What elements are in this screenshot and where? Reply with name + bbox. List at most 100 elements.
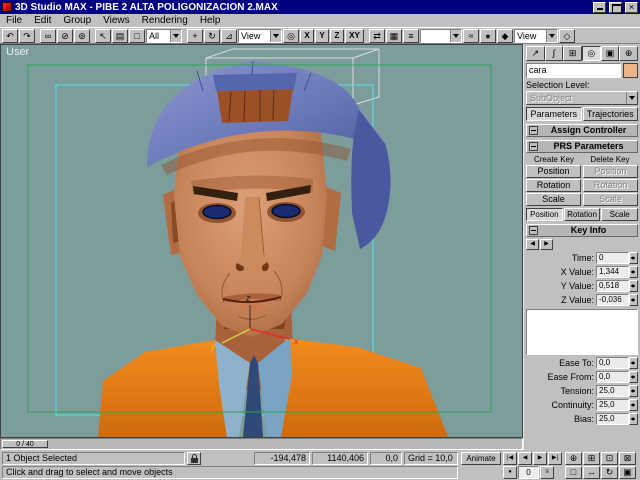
animate-button[interactable]: Animate — [461, 452, 501, 465]
restrict-x-button[interactable]: X — [300, 28, 314, 43]
create-position-key-button[interactable]: Position — [526, 165, 581, 178]
time-slider-track[interactable]: 0 / 40 — [0, 438, 523, 450]
pivot-center-button[interactable]: ◎ — [283, 28, 299, 43]
time-spinner[interactable] — [629, 252, 638, 264]
chevron-down-icon[interactable] — [450, 29, 461, 42]
prs-parameters-rollout[interactable]: PRS Parameters — [526, 140, 638, 153]
region-zoom-button[interactable]: □ — [565, 466, 582, 479]
z-value-field[interactable]: -0,036 — [596, 294, 629, 306]
ease-from-spinner[interactable] — [629, 371, 638, 383]
x-value-field[interactable]: 1,344 — [596, 266, 629, 278]
menu-file[interactable]: File — [0, 14, 28, 27]
render-scene-button[interactable]: ◆ — [497, 28, 513, 43]
zoom-extents-button[interactable]: ⊡ — [601, 452, 618, 465]
bind-spacewarp-button[interactable]: ⊚ — [74, 28, 90, 43]
bias-field[interactable]: 25,0 — [596, 413, 629, 425]
select-object-button[interactable]: ↖ — [95, 28, 111, 43]
ease-to-field[interactable]: 0,0 — [596, 357, 629, 369]
restrict-xy-button[interactable]: XY — [345, 28, 364, 43]
ease-to-spinner[interactable] — [629, 357, 638, 369]
selection-region-button[interactable]: □ — [129, 28, 145, 43]
time-field[interactable]: 0 — [596, 252, 629, 264]
zoom-all-button[interactable]: ⊞ — [583, 452, 600, 465]
tab-hierarchy[interactable]: ⊞ — [563, 46, 583, 61]
undo-button[interactable]: ↶ — [2, 28, 18, 43]
align-button[interactable]: ≡ — [403, 28, 419, 43]
unlink-button[interactable]: ⊘ — [57, 28, 73, 43]
material-editor-button[interactable]: ● — [480, 28, 496, 43]
chevron-down-icon[interactable] — [546, 29, 557, 42]
bias-spinner[interactable] — [629, 413, 638, 425]
redo-button[interactable]: ↷ — [19, 28, 35, 43]
z-value-spinner[interactable] — [629, 294, 638, 306]
restrict-y-button[interactable]: Y — [315, 28, 329, 43]
continuity-spinner[interactable] — [629, 399, 638, 411]
tab-utilities[interactable]: ⊕ — [619, 46, 639, 61]
tab-display[interactable]: ▣ — [600, 46, 620, 61]
subobject-dropdown[interactable]: SubObject — [526, 91, 638, 105]
render-view-dropdown[interactable]: View — [514, 28, 558, 43]
chevron-down-icon[interactable] — [626, 92, 637, 104]
assign-controller-rollout[interactable]: Assign Controller — [526, 124, 638, 137]
mirror-button[interactable]: ⇄ — [369, 28, 385, 43]
x-value-spinner[interactable] — [629, 266, 638, 278]
chevron-down-icon[interactable] — [170, 29, 181, 42]
coord-system-dropdown[interactable]: View — [238, 28, 282, 43]
menu-help[interactable]: Help — [194, 14, 227, 27]
tangent-curve-display[interactable] — [526, 309, 638, 355]
tab-create[interactable]: ↗ — [526, 46, 545, 61]
select-and-rotate-button[interactable]: ↻ — [204, 28, 220, 43]
object-name-input[interactable]: cara — [526, 63, 621, 78]
menu-group[interactable]: Group — [57, 14, 97, 27]
viewport-label[interactable]: User — [6, 46, 29, 58]
time-config-button[interactable]: ≡ — [540, 466, 554, 479]
create-rotation-key-button[interactable]: Rotation — [526, 179, 581, 192]
select-and-scale-button[interactable]: ⊿ — [221, 28, 237, 43]
zoom-extents-all-button[interactable]: ⊠ — [619, 452, 636, 465]
zoom-button[interactable]: ⊕ — [565, 452, 582, 465]
tension-field[interactable]: 25,0 — [596, 385, 629, 397]
continuity-field[interactable]: 25,0 — [596, 399, 629, 411]
previous-key-button[interactable]: ◀ — [526, 239, 539, 250]
chevron-down-icon[interactable] — [270, 29, 281, 42]
create-scale-key-button[interactable]: Scale — [526, 193, 581, 206]
scale-mode-button[interactable]: Scale — [601, 208, 639, 221]
next-key-button[interactable]: ▶ — [540, 239, 553, 250]
tension-spinner[interactable] — [629, 385, 638, 397]
y-value-field[interactable]: 0,518 — [596, 280, 629, 292]
named-selection-dropdown[interactable] — [420, 28, 462, 43]
render-last-button[interactable]: ◇ — [559, 28, 575, 43]
play-button[interactable]: ▶ — [533, 452, 547, 465]
selection-filter-dropdown[interactable]: All — [146, 28, 182, 43]
user-viewport[interactable]: User z x y — [0, 44, 523, 438]
menu-views[interactable]: Views — [97, 14, 136, 27]
key-mode-button[interactable]: ● — [503, 466, 517, 479]
current-frame-field[interactable]: 0 — [518, 466, 539, 479]
maximize-button[interactable] — [609, 1, 622, 14]
go-to-start-button[interactable]: |◀ — [503, 452, 517, 465]
select-and-link-button[interactable]: ∞ — [40, 28, 56, 43]
key-info-rollout[interactable]: Key Info — [526, 224, 638, 237]
select-by-name-button[interactable]: ▤ — [112, 28, 128, 43]
y-value-spinner[interactable] — [629, 280, 638, 292]
pan-button[interactable]: ↔ — [583, 466, 600, 479]
previous-frame-button[interactable]: ◀ — [518, 452, 532, 465]
parameters-button[interactable]: Parameters — [526, 107, 582, 121]
trajectories-button[interactable]: Trajectories — [582, 107, 638, 121]
min-max-toggle-button[interactable]: ▣ — [619, 466, 636, 479]
menu-edit[interactable]: Edit — [28, 14, 57, 27]
viewport-3d-scene[interactable]: z x y — [1, 45, 522, 437]
object-color-swatch[interactable] — [623, 63, 638, 78]
position-mode-button[interactable]: Position — [526, 208, 563, 221]
lock-selection-button[interactable] — [187, 452, 201, 465]
tab-modify[interactable]: ∫ — [544, 46, 564, 61]
character-head-model[interactable] — [98, 60, 448, 437]
rotation-mode-button[interactable]: Rotation — [563, 208, 601, 221]
ease-from-field[interactable]: 0,0 — [596, 371, 629, 383]
menu-rendering[interactable]: Rendering — [136, 14, 194, 27]
go-to-end-button[interactable]: ▶| — [548, 452, 562, 465]
restrict-z-button[interactable]: Z — [330, 28, 344, 43]
tab-motion[interactable]: ◎ — [582, 46, 601, 61]
arc-rotate-button[interactable]: ↻ — [601, 466, 618, 479]
track-view-button[interactable]: ≈ — [463, 28, 479, 43]
